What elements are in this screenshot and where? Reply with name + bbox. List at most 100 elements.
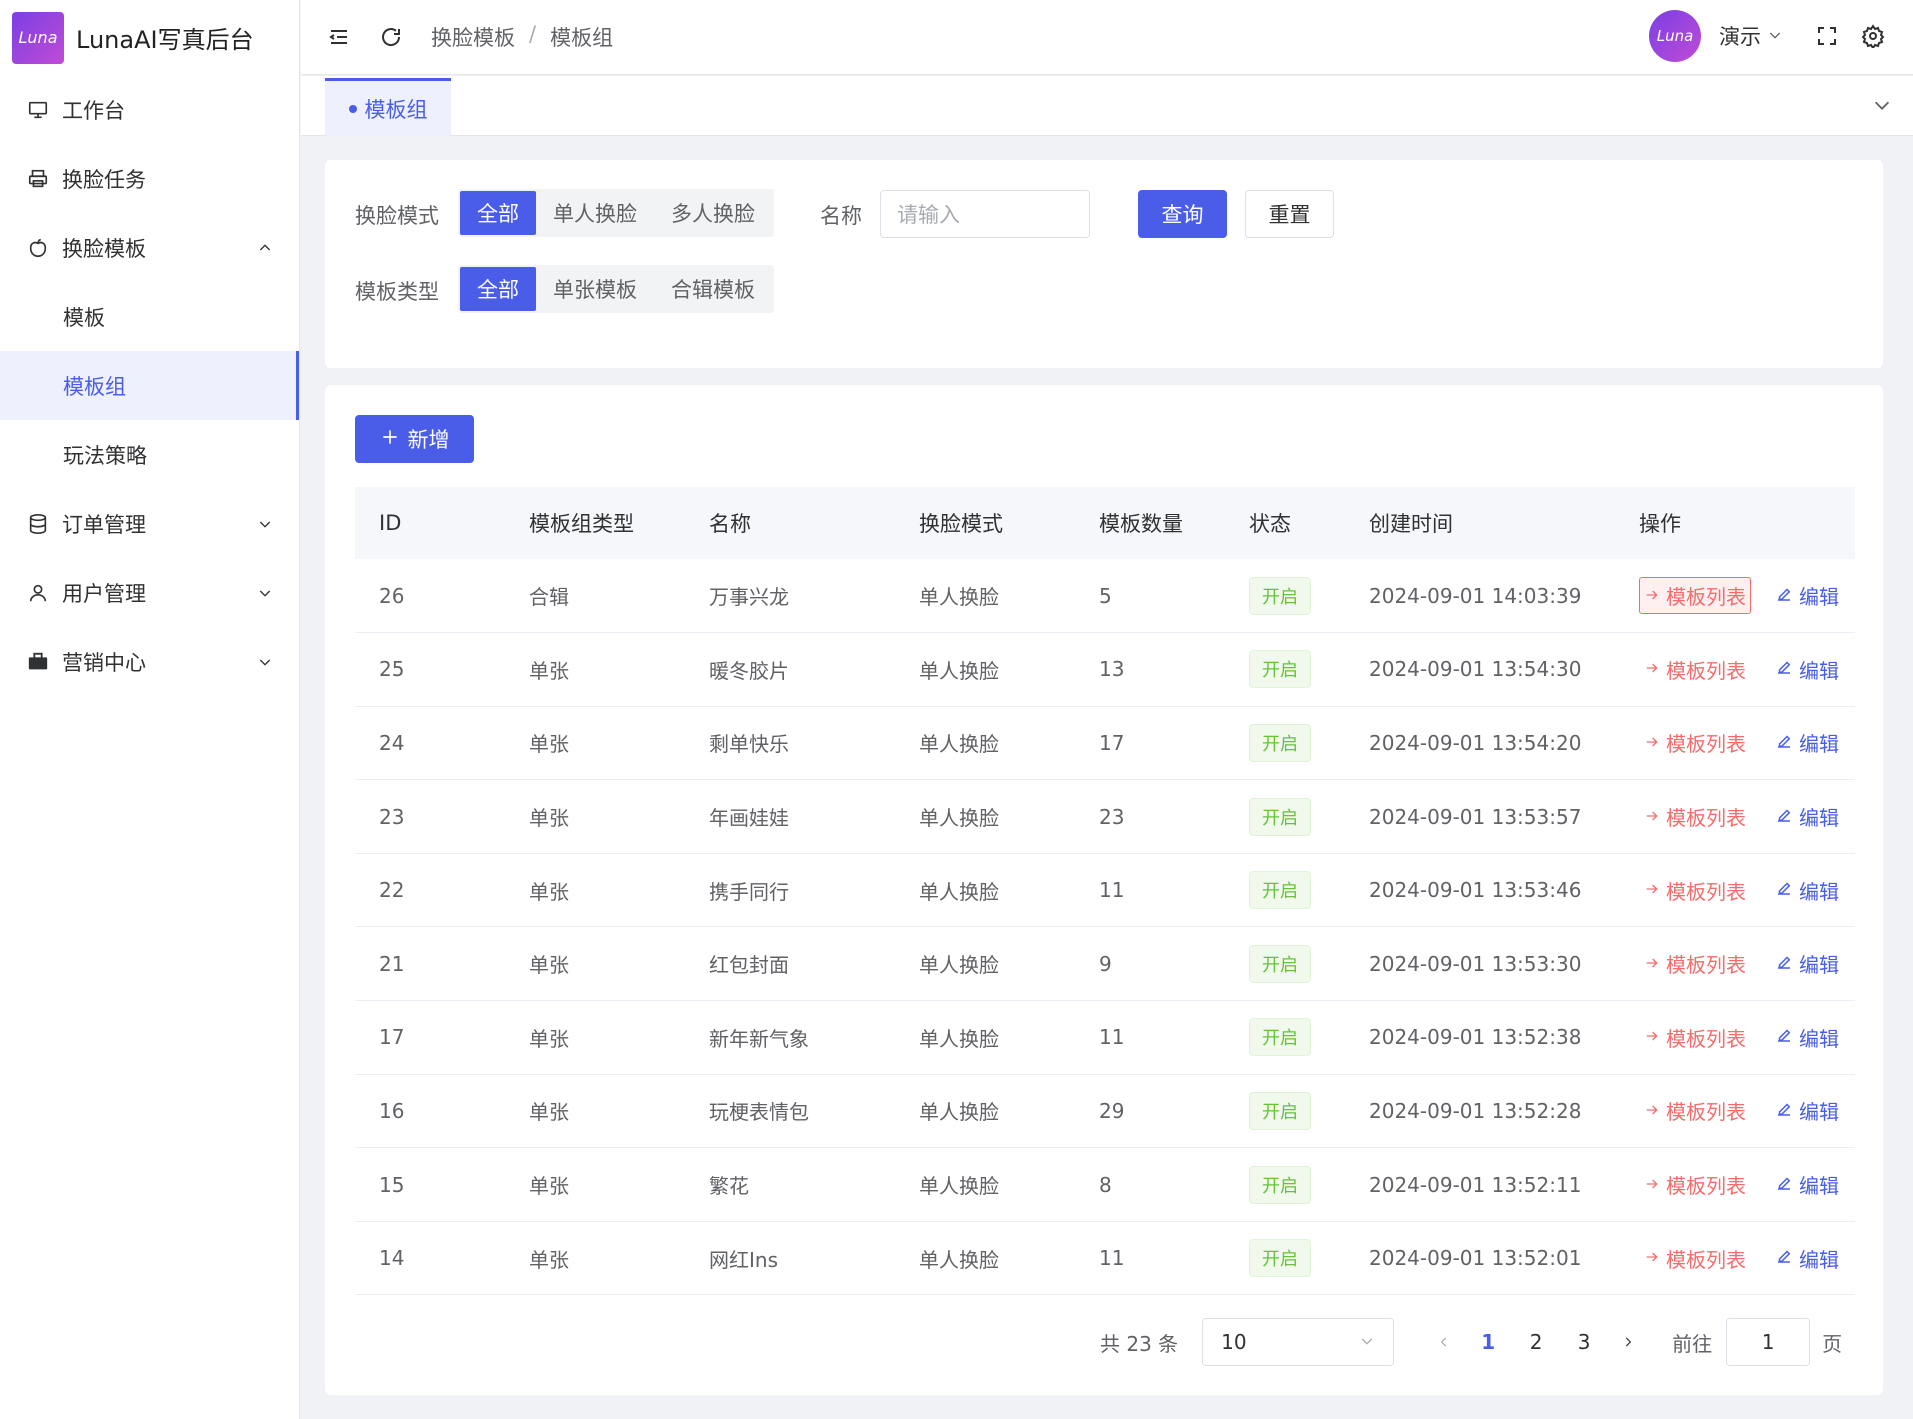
template-list-link[interactable]: 模板列表: [1639, 1166, 1751, 1203]
menu-collapse-icon[interactable]: [319, 17, 359, 57]
user-menu[interactable]: 演示: [1719, 21, 1783, 51]
edit-label: 编辑: [1799, 806, 1839, 831]
chevron-down-icon: [1359, 1330, 1375, 1354]
page-3[interactable]: 3: [1560, 1330, 1608, 1354]
add-button[interactable]: 新增: [355, 415, 474, 463]
gear-icon[interactable]: [1853, 16, 1893, 56]
prev-page-icon[interactable]: [1424, 1330, 1464, 1354]
cell-type: 单张: [505, 706, 685, 781]
name-input[interactable]: 请输入: [880, 190, 1090, 238]
goto-page-input[interactable]: 1: [1726, 1318, 1811, 1366]
edit-link[interactable]: 编辑: [1775, 1244, 1839, 1273]
sidebar-item-template[interactable]: 模板: [0, 282, 299, 351]
edit-link[interactable]: 编辑: [1775, 1023, 1839, 1052]
arrow-right-icon: [1644, 1025, 1660, 1049]
chevron-down-icon: [257, 651, 273, 675]
page-1[interactable]: 1: [1464, 1330, 1512, 1354]
cell-count: 11: [1075, 1221, 1225, 1296]
cell-type: 单张: [505, 779, 685, 854]
chevron-down-icon[interactable]: [1871, 94, 1893, 121]
edit-link[interactable]: 编辑: [1775, 655, 1839, 684]
sidebar-item-marketing[interactable]: 营销中心: [0, 627, 299, 696]
edit-label: 编辑: [1799, 1100, 1839, 1125]
tags-view: 模板组: [301, 76, 1913, 136]
breadcrumb-item[interactable]: 换脸模板: [431, 22, 515, 52]
cell-id: 17: [355, 1000, 505, 1075]
template-list-link[interactable]: 模板列表: [1639, 651, 1751, 688]
avatar[interactable]: Luna: [1649, 10, 1701, 62]
mode-radio-group: 全部 单人换脸 多人换脸: [458, 189, 774, 237]
template-group-table: ID 模板组类型 名称 换脸模式 模板数量 状态 创建时间 操作 26 合辑 万事兴…: [355, 487, 1855, 1296]
reset-button[interactable]: 重置: [1245, 190, 1334, 238]
breadcrumb-separator: /: [529, 22, 537, 46]
type-option-single[interactable]: 单张模板: [536, 267, 654, 311]
fullscreen-icon[interactable]: [1807, 16, 1847, 56]
cell-created: 2024-09-01 13:52:11: [1345, 1147, 1615, 1222]
template-list-link[interactable]: 模板列表: [1639, 1240, 1751, 1277]
template-list-label: 模板列表: [1666, 879, 1746, 904]
sidebar-item-strategy[interactable]: 玩法策略: [0, 420, 299, 489]
edit-label: 编辑: [1799, 732, 1839, 757]
template-list-link[interactable]: 模板列表: [1639, 798, 1751, 835]
mode-option-multi[interactable]: 多人换脸: [654, 191, 772, 235]
sidebar-item-faceswap-template[interactable]: 换脸模板: [0, 213, 299, 282]
template-list-link[interactable]: 模板列表: [1639, 1092, 1751, 1129]
cell-actions: 模板列表 编辑: [1615, 779, 1855, 854]
template-list-link[interactable]: 模板列表: [1639, 1019, 1751, 1056]
cell-mode: 单人换脸: [895, 559, 1075, 634]
status-badge: 开启: [1249, 944, 1311, 983]
template-list-link[interactable]: 模板列表: [1639, 872, 1751, 909]
edit-link[interactable]: 编辑: [1775, 949, 1839, 978]
plus-icon: [380, 427, 400, 452]
type-option-album[interactable]: 合辑模板: [654, 267, 772, 311]
edit-label: 编辑: [1799, 658, 1839, 683]
template-list-link[interactable]: 模板列表: [1639, 724, 1751, 761]
status-badge: 开启: [1249, 723, 1311, 762]
cell-created: 2024-09-01 13:52:01: [1345, 1221, 1615, 1296]
template-list-link[interactable]: 模板列表: [1639, 945, 1751, 982]
sidebar-item-label: 玩法策略: [63, 443, 147, 468]
page-size-select[interactable]: 10: [1202, 1318, 1395, 1366]
cell-name: 新年新气象: [685, 1000, 895, 1075]
status-badge: 开启: [1249, 1091, 1311, 1130]
template-list-label: 模板列表: [1666, 953, 1746, 978]
mode-option-all[interactable]: 全部: [460, 191, 536, 235]
sidebar-item-label: 模板: [63, 305, 105, 330]
edit-link[interactable]: 编辑: [1775, 1170, 1839, 1199]
cell-id: 23: [355, 779, 505, 854]
edit-link[interactable]: 编辑: [1775, 802, 1839, 831]
table-row: 17 单张 新年新气象 单人换脸 11 开启 2024-09-01 13:52:38 模板列表…: [355, 1000, 1855, 1075]
template-list-link[interactable]: 模板列表: [1639, 577, 1751, 615]
edit-link[interactable]: 编辑: [1775, 728, 1839, 757]
edit-link[interactable]: 编辑: [1775, 1096, 1839, 1125]
edit-label: 编辑: [1799, 1026, 1839, 1051]
cell-actions: 模板列表 编辑: [1615, 853, 1855, 928]
sidebar-item-users[interactable]: 用户管理: [0, 558, 299, 627]
edit-link[interactable]: 编辑: [1775, 876, 1839, 905]
cell-created: 2024-09-01 13:53:57: [1345, 779, 1615, 854]
cell-created: 2024-09-01 13:53:46: [1345, 853, 1615, 928]
page-2[interactable]: 2: [1512, 1330, 1560, 1354]
database-icon: [26, 512, 50, 536]
tab-template-group[interactable]: 模板组: [325, 78, 451, 136]
edit-link[interactable]: 编辑: [1775, 581, 1839, 610]
table-row: 16 单张 玩梗表情包 单人换脸 29 开启 2024-09-01 13:52:28 模板列表…: [355, 1074, 1855, 1149]
type-option-all[interactable]: 全部: [460, 267, 536, 311]
mode-option-single[interactable]: 单人换脸: [536, 191, 654, 235]
edit-icon: [1775, 657, 1793, 681]
logo-area: Luna LunaAI写真后台: [0, 0, 299, 75]
search-button[interactable]: 查询: [1138, 190, 1227, 238]
mode-filter-label: 换脸模式: [355, 204, 439, 228]
edit-label: 编辑: [1799, 1247, 1839, 1272]
sidebar-item-template-group[interactable]: 模板组: [0, 351, 299, 420]
name-filter-label: 名称: [820, 204, 862, 228]
next-page-icon[interactable]: [1608, 1330, 1648, 1354]
refresh-icon[interactable]: [371, 17, 411, 57]
cell-count: 29: [1075, 1074, 1225, 1149]
cell-actions: 模板列表 编辑: [1615, 1147, 1855, 1222]
template-list-label: 模板列表: [1666, 658, 1746, 683]
sidebar-item-faceswap-task[interactable]: 换脸任务: [0, 144, 299, 213]
sidebar-item-orders[interactable]: 订单管理: [0, 489, 299, 558]
sidebar-item-dashboard[interactable]: 工作台: [0, 75, 299, 144]
cell-count: 17: [1075, 706, 1225, 781]
